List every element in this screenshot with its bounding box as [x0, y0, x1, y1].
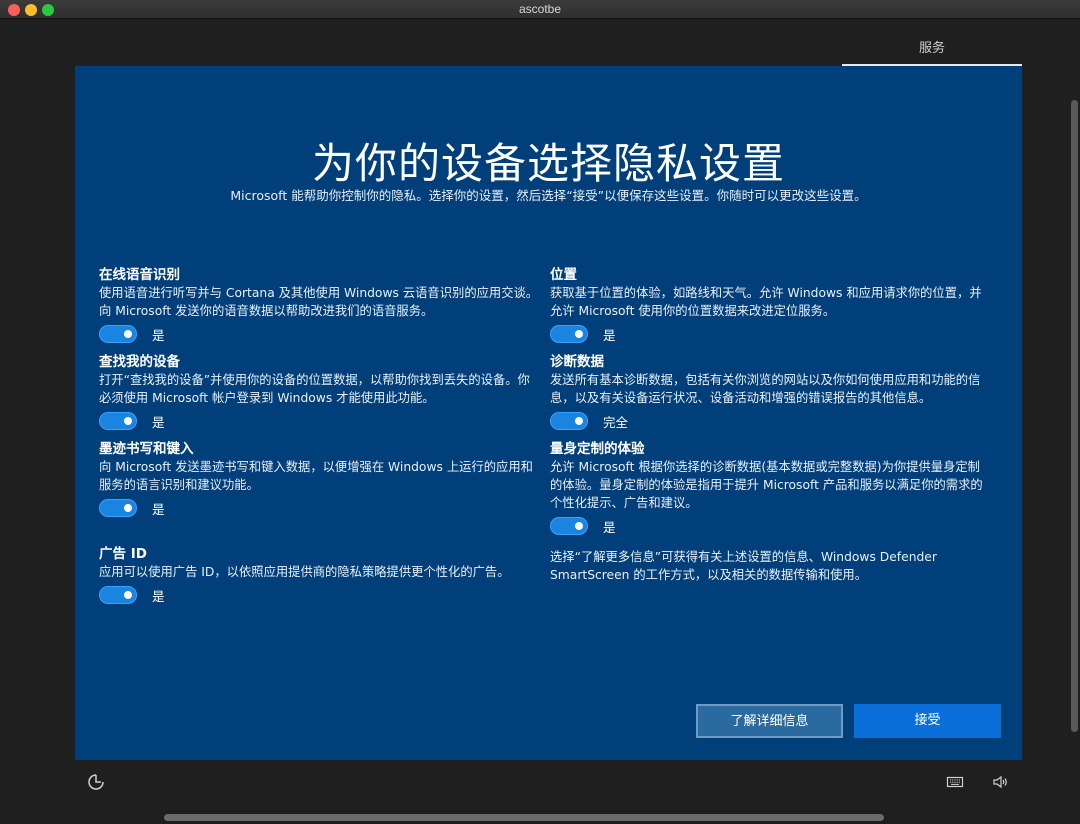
toggle-knob [124, 330, 132, 338]
setting-title: 在线语音识别 [99, 267, 180, 283]
setting-online-speech: 在线语音识别 使用语音进行听写并与 Cortana 及其他使用 Windows … [99, 266, 539, 320]
accept-button[interactable]: 接受 [854, 704, 1001, 738]
ease-of-access-icon[interactable] [87, 773, 105, 791]
toggle-state-label: 是 [152, 588, 165, 604]
toggle-diagnostic-data[interactable] [550, 412, 588, 430]
toggle-advertising-id-row[interactable]: 是 [99, 586, 165, 604]
toggle-advertising-id[interactable] [99, 586, 137, 604]
toggle-tailored-experiences-row[interactable]: 是 [550, 517, 616, 535]
setting-description: 获取基于位置的体验，如路线和天气。允许 Windows 和应用请求你的位置，并允… [550, 286, 982, 318]
toggle-state-label: 完全 [603, 414, 629, 430]
setting-title: 量身定制的体验 [550, 441, 645, 457]
setting-description: 向 Microsoft 发送墨迹书写和键入数据，以便增强在 Windows 上运… [99, 460, 533, 492]
privacy-settings-panel: 为你的设备选择隐私设置 Microsoft 能帮助你控制你的隐私。选择你的设置，… [75, 66, 1022, 760]
setting-title: 诊断数据 [550, 354, 604, 370]
window-title: ascotbe [518, 2, 562, 16]
setting-title: 查找我的设备 [99, 354, 180, 370]
setting-description: 打开“查找我的设备”并使用你的设备的位置数据，以帮助你找到丢失的设备。你必须使用… [99, 373, 530, 405]
keyboard-icon[interactable] [946, 773, 964, 791]
setting-advertising-id: 广告 ID 应用可以使用广告 ID，以依照应用提供商的隐私策略提供更个性化的广告… [99, 545, 539, 581]
toggle-state-label: 是 [152, 414, 165, 430]
vertical-scrollbar[interactable] [1071, 100, 1078, 732]
setting-inking-typing: 墨迹书写和键入 向 Microsoft 发送墨迹书写和键入数据，以便增强在 Wi… [99, 440, 539, 494]
setting-title: 墨迹书写和键入 [99, 441, 194, 457]
toggle-knob [575, 522, 583, 530]
toggle-knob [575, 417, 583, 425]
setting-title: 广告 ID [99, 546, 147, 562]
setting-title: 位置 [550, 267, 577, 283]
learn-more-note: 选择“了解更多信息”可获得有关上述设置的信息、Windows Defender … [550, 550, 937, 582]
toggle-state-label: 是 [603, 519, 616, 535]
volume-icon[interactable] [991, 773, 1009, 791]
setting-description: 应用可以使用广告 ID，以依照应用提供商的隐私策略提供更个性化的广告。 [99, 565, 510, 579]
toggle-state-label: 是 [152, 327, 165, 343]
setting-location: 位置 获取基于位置的体验，如路线和天气。允许 Windows 和应用请求你的位置… [550, 266, 990, 320]
setting-tailored-experiences: 量身定制的体验 允许 Microsoft 根据你选择的诊断数据(基本数据或完整数… [550, 440, 990, 512]
toggle-state-label: 是 [152, 501, 165, 517]
setting-description: 使用语音进行听写并与 Cortana 及其他使用 Windows 云语音识别的应… [99, 286, 539, 318]
setting-description: 发送所有基本诊断数据，包括有关你浏览的网站以及你如何使用应用和功能的信息，以及有… [550, 373, 981, 405]
page-subtitle: Microsoft 能帮助你控制你的隐私。选择你的设置，然后选择“接受”以便保存… [230, 188, 867, 203]
setting-find-my-device: 查找我的设备 打开“查找我的设备”并使用你的设备的位置数据，以帮助你找到丢失的设… [99, 353, 539, 407]
toggle-tailored-experiences[interactable] [550, 517, 588, 535]
toggle-knob [124, 504, 132, 512]
window-titlebar: ascotbe [0, 0, 1080, 19]
toggle-knob [575, 330, 583, 338]
toggle-inking-typing-row[interactable]: 是 [99, 499, 165, 517]
tab-services[interactable]: 服务 [842, 30, 1022, 66]
toggle-diagnostic-data-row[interactable]: 完全 [550, 412, 628, 430]
toggle-find-my-device[interactable] [99, 412, 137, 430]
toggle-inking-typing[interactable] [99, 499, 137, 517]
toggle-knob [124, 417, 132, 425]
setting-diagnostic-data: 诊断数据 发送所有基本诊断数据，包括有关你浏览的网站以及你如何使用应用和功能的信… [550, 353, 990, 407]
horizontal-scrollbar[interactable] [164, 814, 884, 821]
learn-more-button[interactable]: 了解详细信息 [696, 704, 843, 738]
toggle-online-speech[interactable] [99, 325, 137, 343]
toggle-location[interactable] [550, 325, 588, 343]
page-title: 为你的设备选择隐私设置 [311, 139, 785, 188]
toggle-location-row[interactable]: 是 [550, 325, 616, 343]
toggle-find-my-device-row[interactable]: 是 [99, 412, 165, 430]
toggle-online-speech-row[interactable]: 是 [99, 325, 165, 343]
toggle-state-label: 是 [603, 327, 616, 343]
toggle-knob [124, 591, 132, 599]
setting-description: 允许 Microsoft 根据你选择的诊断数据(基本数据或完整数据)为你提供量身… [550, 460, 983, 510]
